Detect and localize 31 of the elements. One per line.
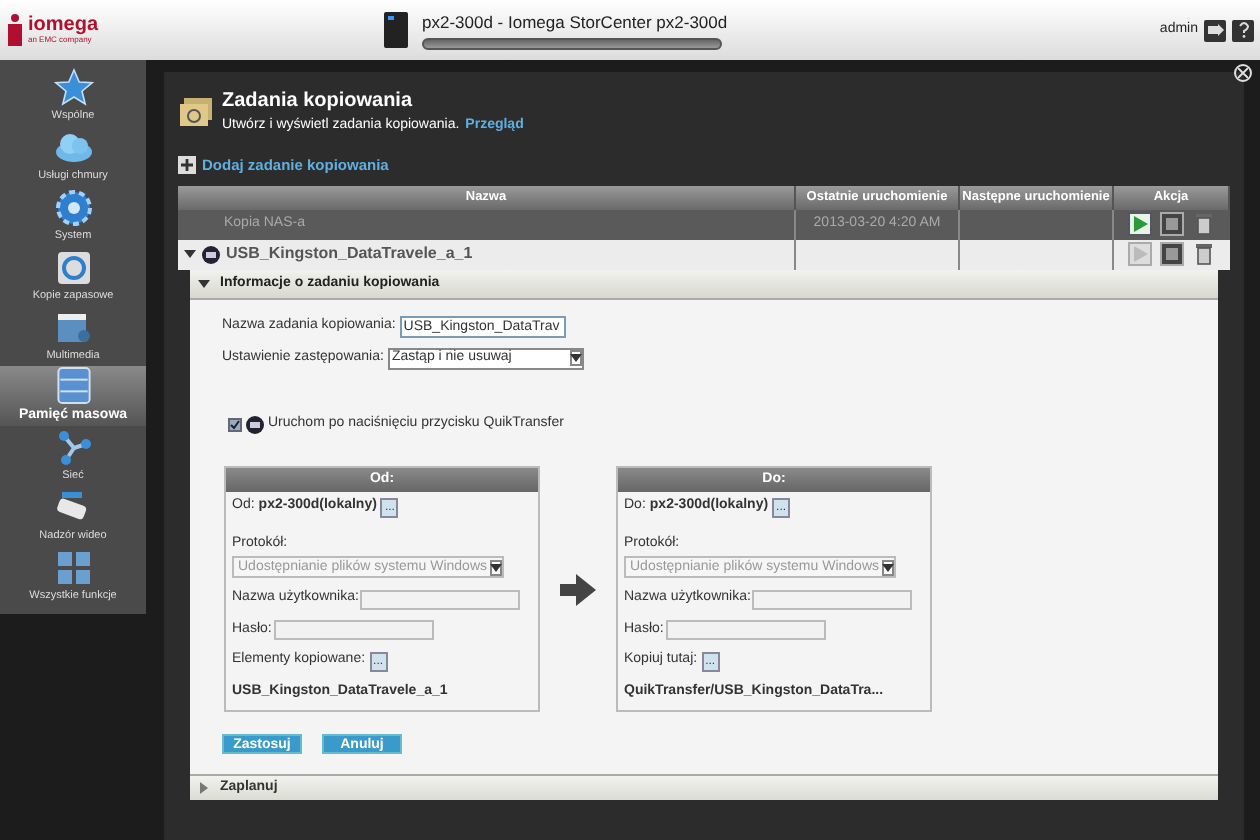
help-button[interactable] (1232, 19, 1254, 41)
password-field[interactable] (665, 620, 826, 640)
network-icon (53, 427, 93, 468)
storage-icon (53, 366, 93, 405)
logout-button[interactable] (1204, 19, 1226, 41)
arrow-icon (560, 573, 596, 606)
play-button[interactable] (1128, 212, 1152, 237)
stop-button[interactable] (1160, 242, 1184, 267)
nas-device-icon (382, 10, 410, 50)
add-icon (178, 155, 196, 174)
caret-icon[interactable] (198, 277, 210, 290)
checkbox[interactable] (228, 417, 242, 431)
stop-button[interactable] (1160, 212, 1184, 237)
username-field[interactable] (752, 589, 913, 609)
quiktransfer-icon (246, 415, 264, 433)
usb-disk-icon (202, 245, 220, 264)
username-field[interactable] (360, 589, 521, 609)
caret-icon[interactable] (569, 352, 582, 365)
password-field[interactable] (273, 620, 434, 640)
device-title: px2-300d - Iomega StorCenter px2-300d (422, 9, 728, 35)
star-icon (53, 67, 93, 108)
page-title: Zadania kopiowania (222, 88, 415, 116)
copy-folder-icon (178, 95, 214, 128)
delete-button[interactable] (1192, 242, 1216, 267)
logo-icon (6, 14, 24, 46)
logo-text: iomega (28, 16, 99, 36)
gear-icon (53, 187, 93, 228)
caret-icon[interactable] (184, 248, 196, 261)
grid-icon (53, 547, 93, 588)
backup-icon (53, 247, 93, 288)
delete-button[interactable] (1192, 212, 1216, 237)
